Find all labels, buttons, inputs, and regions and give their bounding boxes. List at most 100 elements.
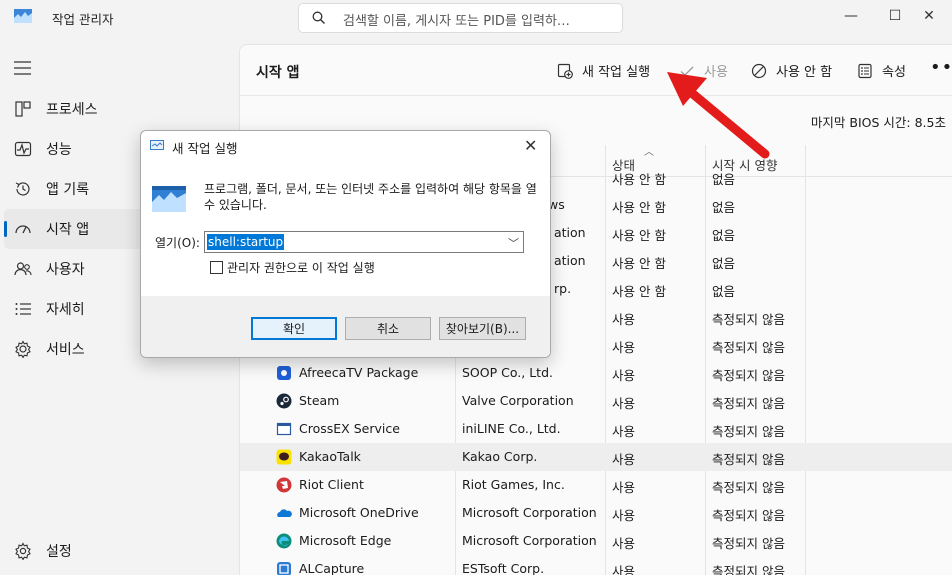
status-cell: 사용 안 함 bbox=[612, 284, 666, 299]
bios-time: 마지막 BIOS 시간: 8.5초 bbox=[811, 112, 946, 131]
run-dialog-icon bbox=[150, 140, 164, 150]
dialog-body: 프로그램, 폴더, 문서, 또는 인터넷 주소를 입력하여 해당 항목을 열 수… bbox=[141, 162, 550, 296]
status-cell: 사용 bbox=[612, 396, 636, 411]
name-cell: Riot Client bbox=[299, 477, 364, 492]
publisher-cell: rp. bbox=[554, 281, 572, 296]
status-cell: 사용 bbox=[612, 424, 636, 439]
properties-label: 속성 bbox=[882, 65, 906, 80]
admin-checkbox[interactable]: 관리자 권한으로 이 작업 실행 bbox=[210, 259, 375, 276]
cancel-button[interactable]: 취소 bbox=[345, 317, 431, 340]
table-row[interactable]: Microsoft Edge Microsoft Corporation 사용 … bbox=[240, 527, 952, 555]
name-cell: KakaoTalk bbox=[299, 449, 361, 464]
annotation-arrow bbox=[667, 72, 770, 159]
run-program-icon bbox=[152, 186, 186, 212]
details-icon bbox=[15, 303, 31, 315]
status-cell: 사용 안 함 bbox=[612, 256, 666, 271]
crossex-icon bbox=[276, 422, 292, 436]
publisher-cell: Valve Corporation bbox=[462, 393, 574, 408]
browse-button[interactable]: 찾아보기(B)... bbox=[439, 317, 526, 340]
status-cell: 사용 bbox=[612, 452, 636, 467]
sidebar-item-processes[interactable]: 프로세스 bbox=[0, 89, 238, 129]
run-new-task-label: 새 작업 실행 bbox=[582, 65, 651, 80]
chevron-down-icon[interactable]: ﹀ bbox=[508, 235, 519, 251]
status-cell: 사용 안 함 bbox=[612, 172, 666, 187]
status-cell: 사용 bbox=[612, 564, 636, 575]
dialog-title: 새 작업 실행 bbox=[172, 141, 238, 156]
table-row[interactable]: Steam Valve Corporation 사용 측정되지 않음 bbox=[240, 387, 952, 415]
name-cell: ALCapture bbox=[299, 561, 365, 575]
impact-cell: 측정되지 않음 bbox=[712, 368, 785, 383]
run-new-task-button[interactable]: 새 작업 실행 bbox=[557, 61, 650, 80]
gear-icon bbox=[15, 542, 31, 560]
table-row[interactable]: Microsoft OneDrive Microsoft Corporation… bbox=[240, 499, 952, 527]
name-cell: AfreecaTV Package bbox=[299, 365, 419, 380]
search-placeholder: 검색할 이름, 게시자 또는 PID를 입력하… bbox=[343, 14, 570, 29]
publisher-cell: ation bbox=[554, 253, 586, 268]
close-window-button[interactable]: ✕ bbox=[906, 0, 952, 32]
status-cell: 사용 bbox=[612, 536, 636, 551]
dialog-close-button[interactable]: ✕ bbox=[524, 136, 537, 155]
impact-cell: 측정되지 않음 bbox=[712, 396, 785, 411]
new-task-icon bbox=[557, 63, 573, 79]
name-cell: Steam bbox=[299, 393, 340, 408]
sidebar-item-settings[interactable]: 설정 bbox=[0, 531, 238, 571]
sidebar-item-label: 프로세스 bbox=[46, 102, 98, 118]
header-divider bbox=[240, 95, 952, 96]
publisher-cell: ESTsoft Corp. bbox=[462, 561, 545, 575]
properties-icon bbox=[858, 63, 872, 78]
name-cell: CrossEX Service bbox=[299, 421, 400, 436]
publisher-cell: Microsoft Corporation bbox=[462, 533, 597, 548]
more-options-button[interactable]: ••• bbox=[930, 57, 952, 78]
open-label: 열기(O): bbox=[155, 236, 200, 250]
status-cell: 사용 bbox=[612, 368, 636, 383]
hamburger-icon[interactable] bbox=[14, 61, 32, 75]
steam-icon bbox=[276, 393, 292, 409]
minimize-button[interactable]: — bbox=[828, 0, 874, 32]
impact-cell: 측정되지 않음 bbox=[712, 508, 785, 523]
impact-cell: 없음 bbox=[712, 172, 736, 187]
kakaotalk-icon bbox=[276, 449, 292, 465]
disable-label: 사용 안 함 bbox=[776, 65, 833, 80]
dialog-description: 프로그램, 폴더, 문서, 또는 인터넷 주소를 입력하여 해당 항목을 열 수… bbox=[204, 182, 537, 212]
edge-icon bbox=[276, 533, 292, 549]
publisher-cell: Microsoft Corporation bbox=[462, 505, 597, 520]
startup-icon bbox=[15, 225, 31, 234]
active-indicator bbox=[4, 221, 7, 237]
status-cell: 사용 bbox=[612, 312, 636, 327]
search-input[interactable]: 검색할 이름, 게시자 또는 PID를 입력하… bbox=[298, 3, 623, 33]
status-cell: 사용 bbox=[612, 340, 636, 355]
open-input-value[interactable]: shell:startup bbox=[207, 234, 285, 250]
sidebar-item-label: 자세히 bbox=[46, 302, 85, 318]
history-icon bbox=[15, 182, 30, 196]
properties-button[interactable]: 속성 bbox=[857, 61, 906, 80]
bios-value: 8.5초 bbox=[914, 115, 946, 130]
checkbox-box[interactable] bbox=[210, 261, 223, 274]
table-row[interactable]: CrossEX Service iniLINE Co., Ltd. 사용 측정되… bbox=[240, 415, 952, 443]
title-bar: 작업 관리자 검색할 이름, 게시자 또는 PID를 입력하… — ☐ ✕ bbox=[0, 0, 952, 36]
table-row[interactable]: Riot Client Riot Games, Inc. 사용 측정되지 않음 bbox=[240, 471, 952, 499]
performance-icon bbox=[14, 141, 32, 157]
table-row[interactable]: KakaoTalk Kakao Corp. 사용 측정되지 않음 bbox=[240, 443, 952, 471]
run-new-task-dialog: 새 작업 실행 ✕ 프로그램, 폴더, 문서, 또는 인터넷 주소를 입력하여 … bbox=[140, 130, 551, 358]
search-icon bbox=[312, 11, 325, 24]
table-row[interactable]: ALCapture ESTsoft Corp. 사용 측정되지 않음 bbox=[240, 555, 952, 575]
publisher-cell: SOOP Co., Ltd. bbox=[462, 365, 553, 380]
name-cell: Microsoft OneDrive bbox=[299, 505, 419, 520]
impact-cell: 측정되지 않음 bbox=[712, 340, 785, 355]
sidebar-item-label: 성능 bbox=[46, 142, 72, 158]
afreecatv-icon bbox=[277, 366, 291, 380]
status-cell: 사용 안 함 bbox=[612, 228, 666, 243]
app-title: 작업 관리자 bbox=[52, 12, 114, 27]
name-cell: Microsoft Edge bbox=[299, 533, 392, 548]
status-cell: 사용 안 함 bbox=[612, 200, 666, 215]
impact-cell: 측정되지 않음 bbox=[712, 536, 785, 551]
ok-button[interactable]: 확인 bbox=[251, 317, 337, 340]
sidebar-item-label: 앱 기록 bbox=[46, 182, 90, 198]
table-row[interactable]: AfreecaTV Package SOOP Co., Ltd. 사용 측정되지… bbox=[240, 359, 952, 387]
open-combobox[interactable]: shell:startup ﹀ bbox=[204, 231, 524, 253]
impact-cell: 없음 bbox=[712, 284, 736, 299]
services-icon bbox=[15, 340, 31, 358]
impact-cell: 측정되지 않음 bbox=[712, 312, 785, 327]
impact-cell: 측정되지 않음 bbox=[712, 452, 785, 467]
processes-icon bbox=[15, 101, 31, 117]
